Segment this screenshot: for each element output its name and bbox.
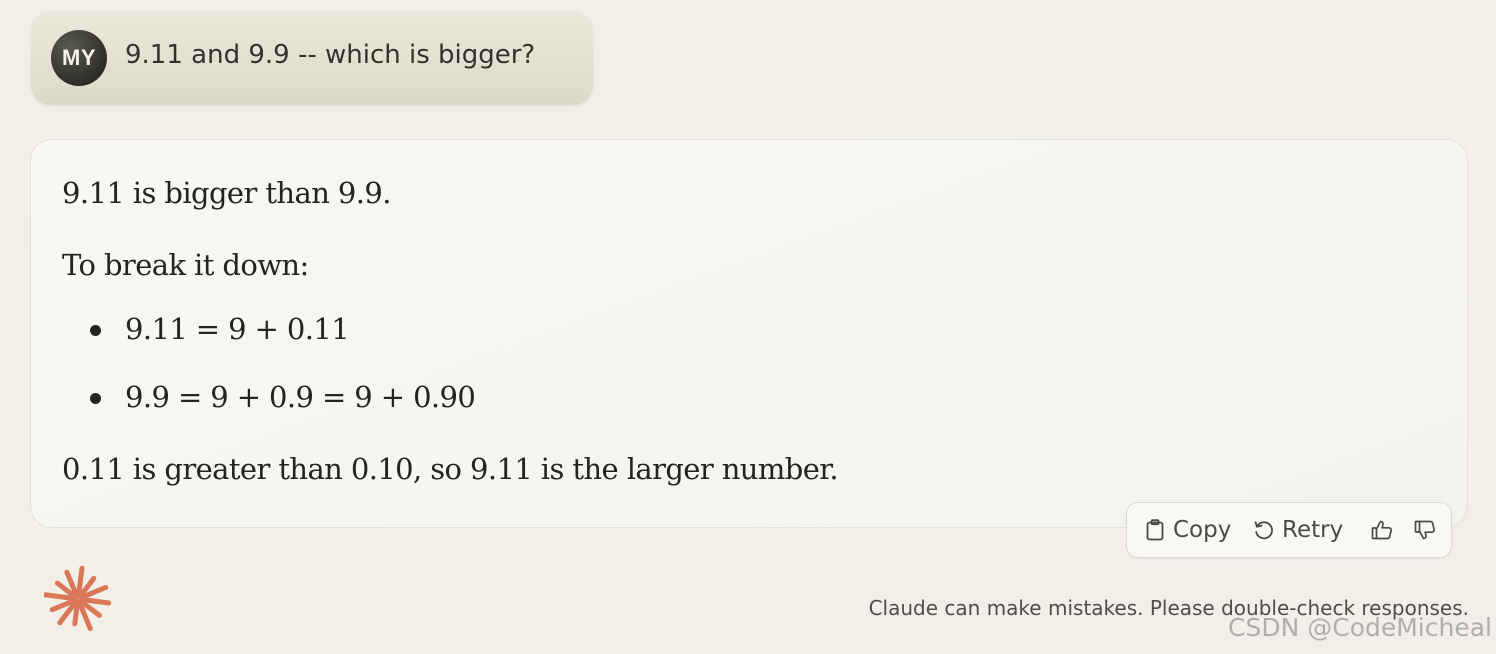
response-breakdown-heading: To break it down: [62, 248, 309, 282]
bullet-dot [90, 393, 101, 404]
list-item-text: 9.9 = 9 + 0.9 = 9 + 0.90 [125, 380, 476, 414]
user-avatar[interactable]: MY [51, 30, 107, 86]
thumbs-down-button[interactable] [1413, 503, 1437, 557]
thumbs-down-icon [1413, 518, 1437, 542]
list-item-text: 9.11 = 9 + 0.11 [125, 312, 350, 346]
user-message-bubble: MY 9.11 and 9.9 -- which is bigger? [31, 11, 593, 105]
response-conclusion: 0.11 is greater than 0.10, so 9.11 is th… [62, 452, 839, 486]
response-action-bar: Copy Retry [1126, 502, 1452, 558]
claude-logo-icon [42, 565, 112, 633]
retry-button[interactable]: Retry [1252, 503, 1343, 557]
watermark-text: CSDN @CodeMicheal [1228, 613, 1492, 642]
thumbs-up-icon [1370, 518, 1394, 542]
thumbs-up-button[interactable] [1370, 503, 1394, 557]
bullet-dot [90, 325, 101, 336]
retry-icon [1252, 519, 1274, 541]
user-message-text: 9.11 and 9.9 -- which is bigger? [125, 40, 536, 70]
copy-label: Copy [1173, 517, 1232, 543]
retry-label: Retry [1282, 517, 1344, 543]
clipboard-icon [1145, 519, 1165, 541]
assistant-response-card: 9.11 is bigger than 9.9. To break it dow… [30, 139, 1468, 528]
copy-button[interactable]: Copy [1145, 503, 1231, 557]
response-intro: 9.11 is bigger than 9.9. [62, 176, 391, 210]
